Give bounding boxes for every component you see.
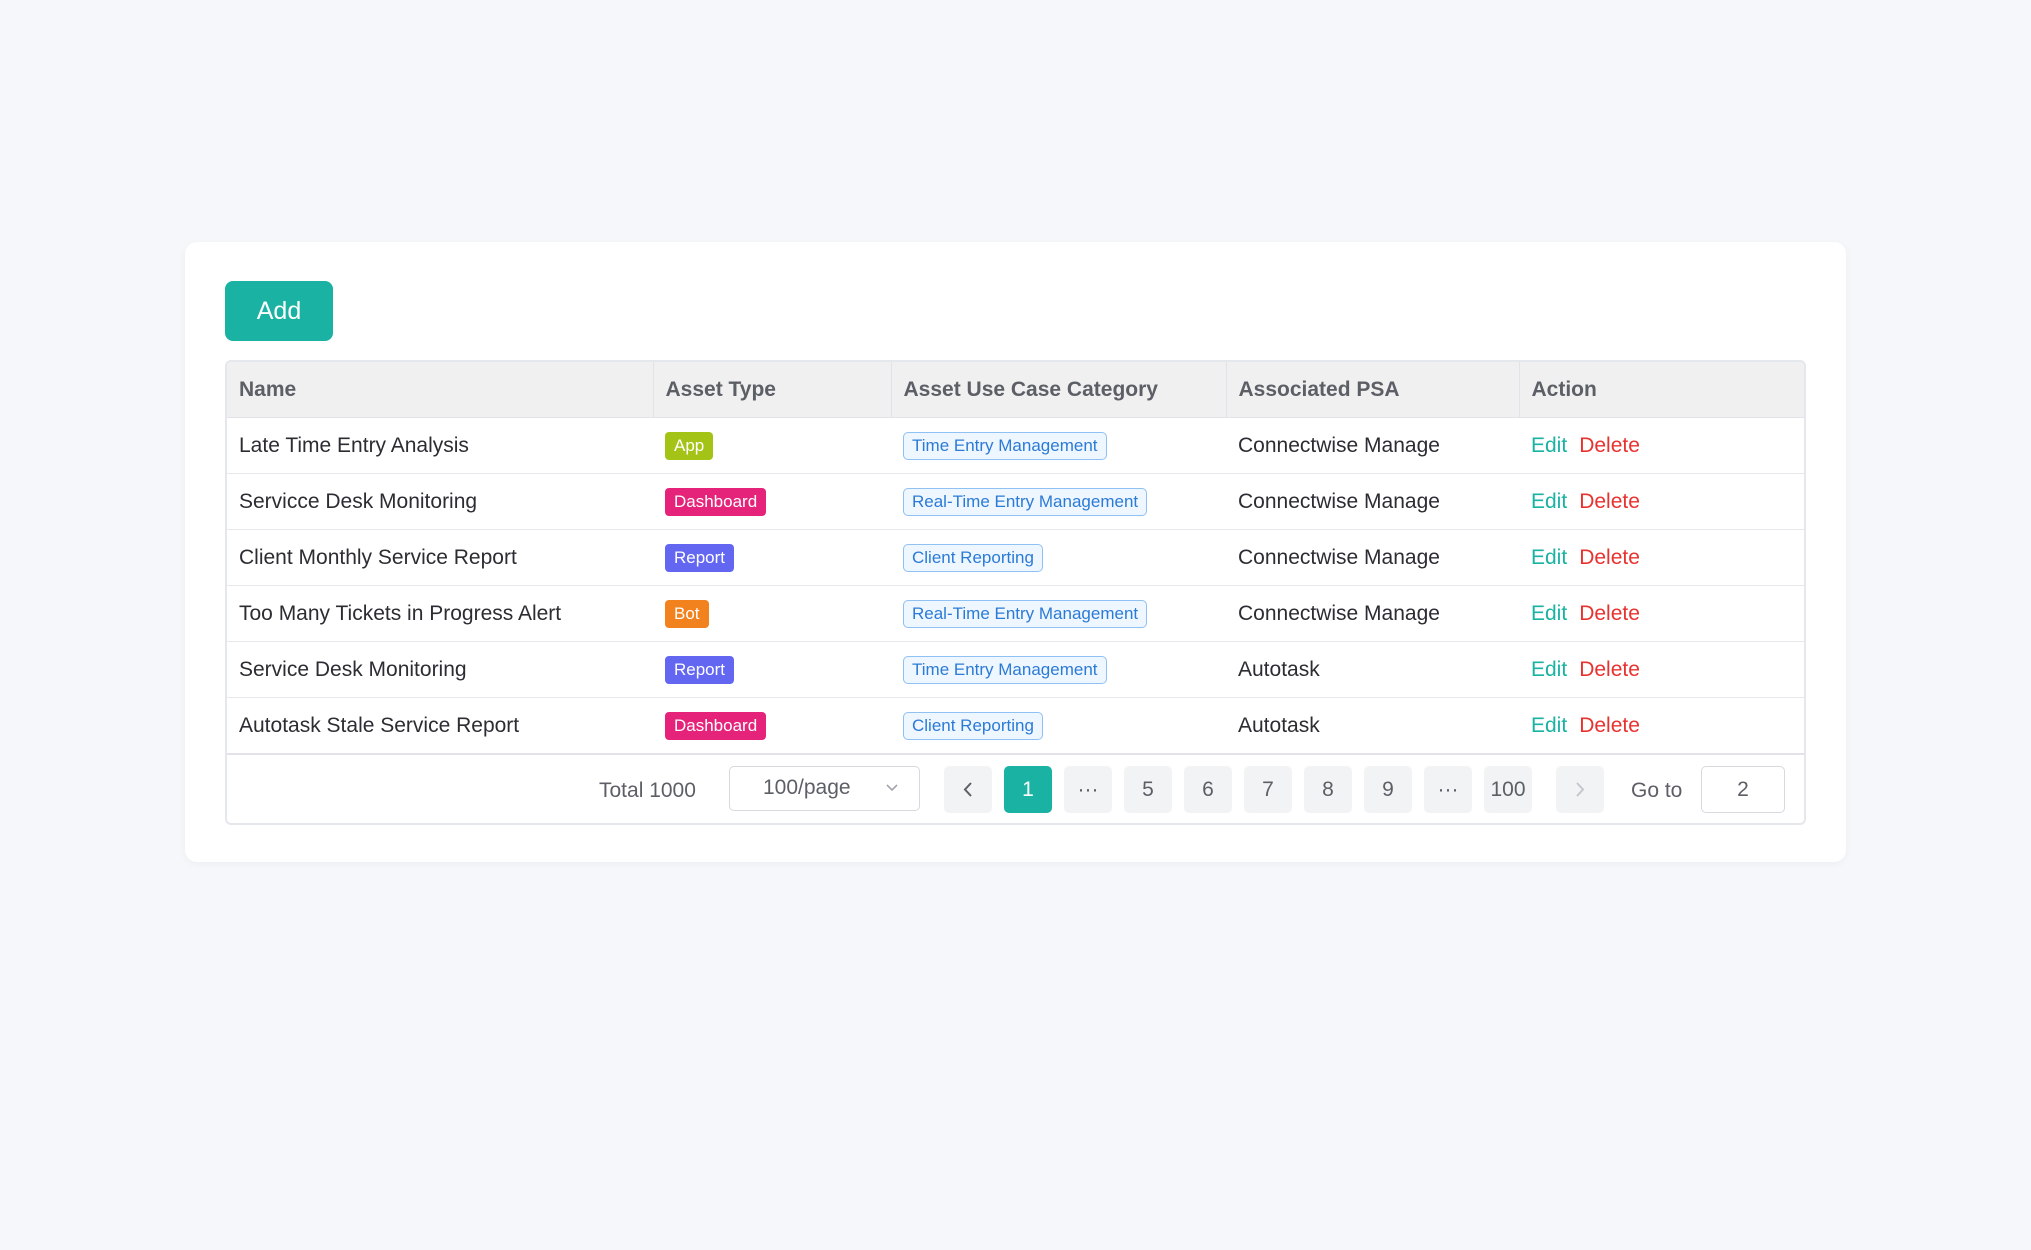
page-ellipsis-next[interactable]: ···	[1424, 766, 1472, 813]
category-tag: Client Reporting	[903, 711, 1043, 740]
asset-type-tag: Report	[665, 543, 735, 572]
assets-card: Add Name Asset Type Asset Use Case Categ…	[185, 242, 1846, 862]
cell-action: Edit Delete	[1519, 697, 1804, 755]
page-size-value: 100/page	[763, 776, 851, 799]
cell-category: Client Reporting	[891, 697, 1226, 755]
cell-action: Edit Delete	[1519, 473, 1804, 530]
cell-category: Client Reporting	[891, 529, 1226, 586]
column-header-action: Action	[1519, 362, 1804, 418]
cell-category: Real-Time Entry Management	[891, 473, 1226, 530]
cell-asset-type: Dashboard	[653, 697, 891, 755]
column-header-category: Asset Use Case Category	[891, 362, 1227, 418]
goto-page-input[interactable]	[1701, 766, 1785, 813]
category-tag: Real-Time Entry Management	[903, 599, 1148, 628]
asset-type-tag: App	[665, 431, 714, 460]
chevron-right-icon	[1576, 782, 1585, 797]
asset-type-tag: Report	[665, 655, 735, 684]
cell-asset-type: App	[653, 417, 891, 474]
delete-link[interactable]: Delete	[1579, 658, 1640, 681]
cell-name: Too Many Tickets in Progress Alert	[227, 585, 653, 642]
cell-name: Servicce Desk Monitoring	[227, 473, 653, 530]
page-button-9[interactable]: 9	[1364, 766, 1412, 813]
asset-type-tag: Bot	[665, 599, 709, 628]
add-button[interactable]: Add	[225, 281, 333, 341]
category-tag: Time Entry Management	[903, 431, 1107, 460]
cell-asset-type: Report	[653, 641, 891, 698]
page-button-100[interactable]: 100	[1484, 766, 1532, 813]
delete-link[interactable]: Delete	[1579, 546, 1640, 569]
table-header-row: Name Asset Type Asset Use Case Category …	[227, 362, 1804, 418]
page-button-1[interactable]: 1	[1004, 766, 1052, 813]
edit-link[interactable]: Edit	[1531, 490, 1567, 513]
delete-link[interactable]: Delete	[1579, 602, 1640, 625]
edit-link[interactable]: Edit	[1531, 434, 1567, 457]
column-header-psa: Associated PSA	[1226, 362, 1520, 418]
cell-asset-type: Dashboard	[653, 473, 891, 530]
table-row: Too Many Tickets in Progress Alert Bot Rea…	[227, 585, 1804, 642]
cell-psa: Autotask	[1226, 697, 1519, 755]
goto-label: Go to	[1631, 779, 1683, 802]
delete-link[interactable]: Delete	[1579, 490, 1640, 513]
cell-name: Autotask Stale Service Report	[227, 697, 653, 755]
table-row: Servicce Desk Monitoring Dashboard Real-Ti…	[227, 473, 1804, 530]
column-header-name: Name	[227, 362, 654, 418]
category-tag: Time Entry Management	[903, 655, 1107, 684]
category-tag: Real-Time Entry Management	[903, 487, 1148, 516]
assets-table: Name Asset Type Asset Use Case Category …	[227, 362, 1804, 755]
delete-link[interactable]: Delete	[1579, 714, 1640, 737]
delete-link[interactable]: Delete	[1579, 434, 1640, 457]
table-row: Autotask Stale Service Report Dashboard Cl…	[227, 697, 1804, 755]
cell-psa: Connectwise Manage	[1226, 529, 1519, 586]
page-size-select[interactable]: 100/page	[729, 766, 920, 811]
asset-type-tag: Dashboard	[665, 487, 767, 516]
edit-link[interactable]: Edit	[1531, 602, 1567, 625]
page-ellipsis-prev[interactable]: ···	[1064, 766, 1112, 813]
table-row: Service Desk Monitoring Report Time Entry …	[227, 641, 1804, 698]
table-row: Late Time Entry Analysis App Time Entry Ma…	[227, 417, 1804, 474]
cell-psa: Connectwise Manage	[1226, 473, 1519, 530]
pagination-total: Total 1000	[599, 779, 696, 802]
cell-name: Late Time Entry Analysis	[227, 417, 653, 474]
prev-page-button[interactable]	[944, 766, 992, 813]
next-page-button[interactable]	[1556, 766, 1604, 813]
cell-name: Service Desk Monitoring	[227, 641, 653, 698]
category-tag: Client Reporting	[903, 543, 1043, 572]
page-button-6[interactable]: 6	[1184, 766, 1232, 813]
cell-category: Time Entry Management	[891, 641, 1226, 698]
cell-psa: Connectwise Manage	[1226, 417, 1519, 474]
page-button-5[interactable]: 5	[1124, 766, 1172, 813]
cell-asset-type: Bot	[653, 585, 891, 642]
cell-category: Time Entry Management	[891, 417, 1226, 474]
chevron-down-icon	[885, 767, 899, 823]
pagination: Total 1000 100/page 1 ··· 5 6 7 8 9 ··· …	[227, 754, 1804, 823]
table-body: Late Time Entry Analysis App Time Entry Ma…	[227, 417, 1804, 755]
edit-link[interactable]: Edit	[1531, 658, 1567, 681]
cell-psa: Autotask	[1226, 641, 1519, 698]
table-row: Client Monthly Service Report Report Clien…	[227, 529, 1804, 586]
cell-psa: Connectwise Manage	[1226, 585, 1519, 642]
chevron-left-icon	[963, 782, 972, 797]
cell-action: Edit Delete	[1519, 641, 1804, 698]
column-header-asset-type: Asset Type	[653, 362, 892, 418]
edit-link[interactable]: Edit	[1531, 714, 1567, 737]
cell-action: Edit Delete	[1519, 529, 1804, 586]
page-button-7[interactable]: 7	[1244, 766, 1292, 813]
cell-asset-type: Report	[653, 529, 891, 586]
cell-action: Edit Delete	[1519, 417, 1804, 474]
page-button-8[interactable]: 8	[1304, 766, 1352, 813]
asset-type-tag: Dashboard	[665, 711, 767, 740]
assets-table-container: Name Asset Type Asset Use Case Category …	[225, 360, 1806, 825]
cell-name: Client Monthly Service Report	[227, 529, 653, 586]
cell-action: Edit Delete	[1519, 585, 1804, 642]
edit-link[interactable]: Edit	[1531, 546, 1567, 569]
cell-category: Real-Time Entry Management	[891, 585, 1226, 642]
